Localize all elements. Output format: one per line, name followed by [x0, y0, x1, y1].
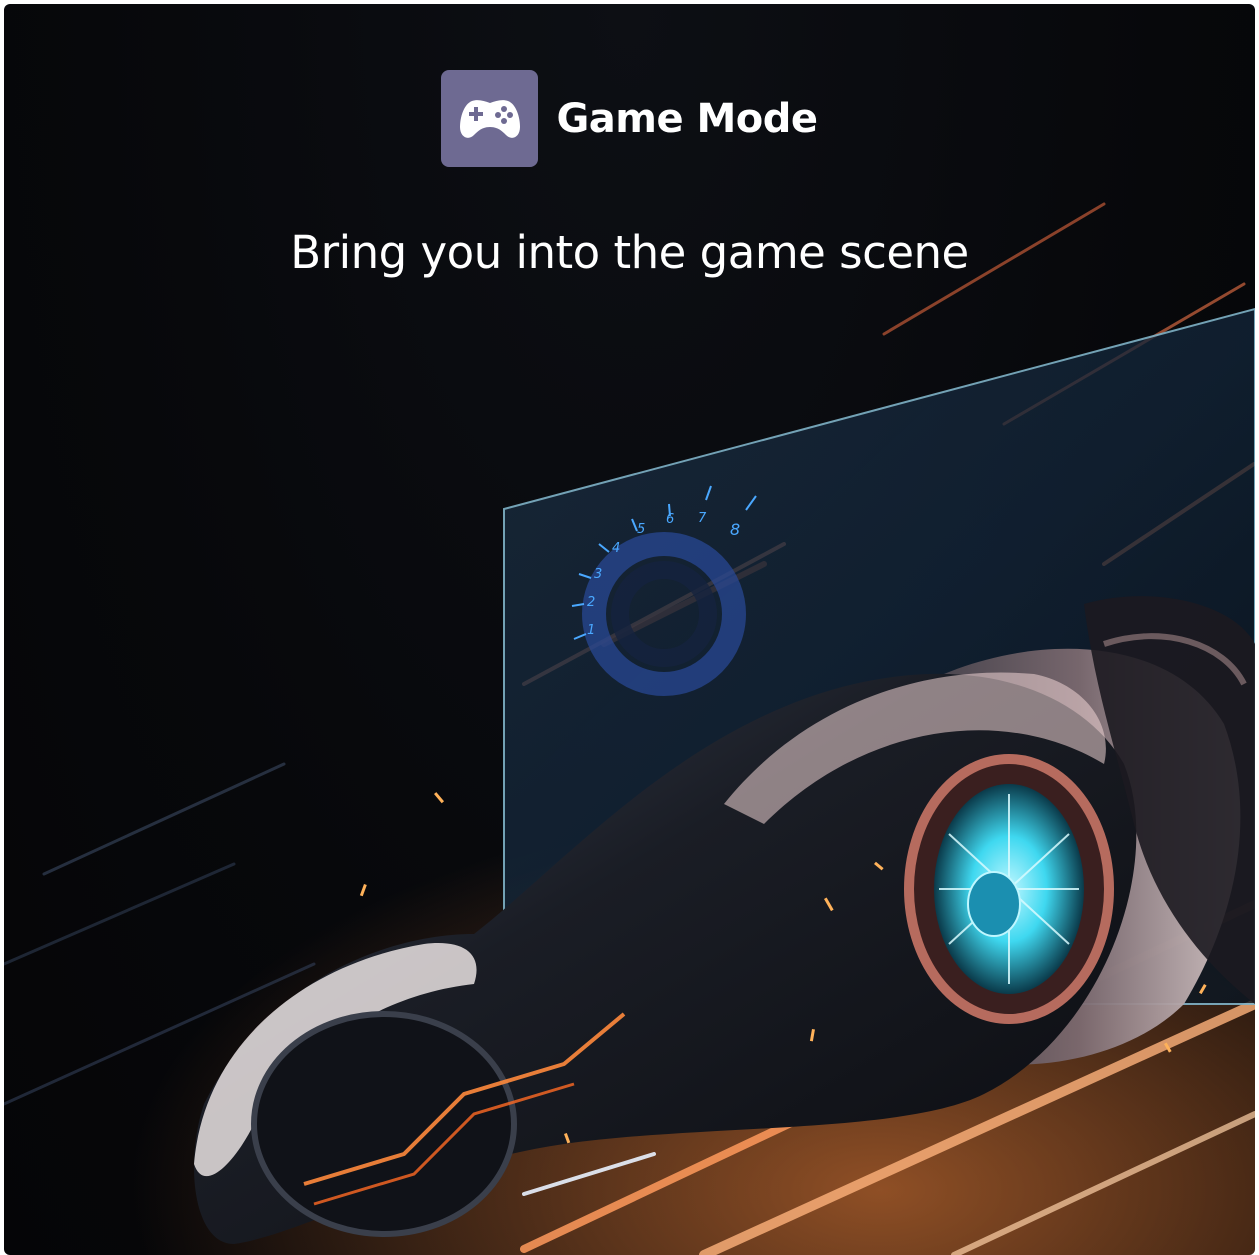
tagline: Bring you into the game scene — [290, 226, 969, 279]
svg-text:2: 2 — [587, 595, 595, 610]
svg-text:7: 7 — [698, 511, 707, 526]
promo-panel: 1 2 3 4 5 6 7 8 Game Mode Bring you into… — [4, 4, 1255, 1255]
svg-text:6: 6 — [666, 512, 674, 527]
svg-text:8: 8 — [730, 520, 740, 539]
svg-text:4: 4 — [612, 541, 620, 556]
hero-illustration: 1 2 3 4 5 6 7 8 — [4, 202, 1255, 1255]
header: Game Mode — [4, 70, 1255, 167]
svg-text:5: 5 — [637, 522, 645, 537]
svg-text:3: 3 — [594, 567, 602, 582]
gamepad-icon — [441, 70, 539, 167]
feature-title: Game Mode — [556, 95, 818, 142]
svg-text:1: 1 — [587, 623, 595, 638]
